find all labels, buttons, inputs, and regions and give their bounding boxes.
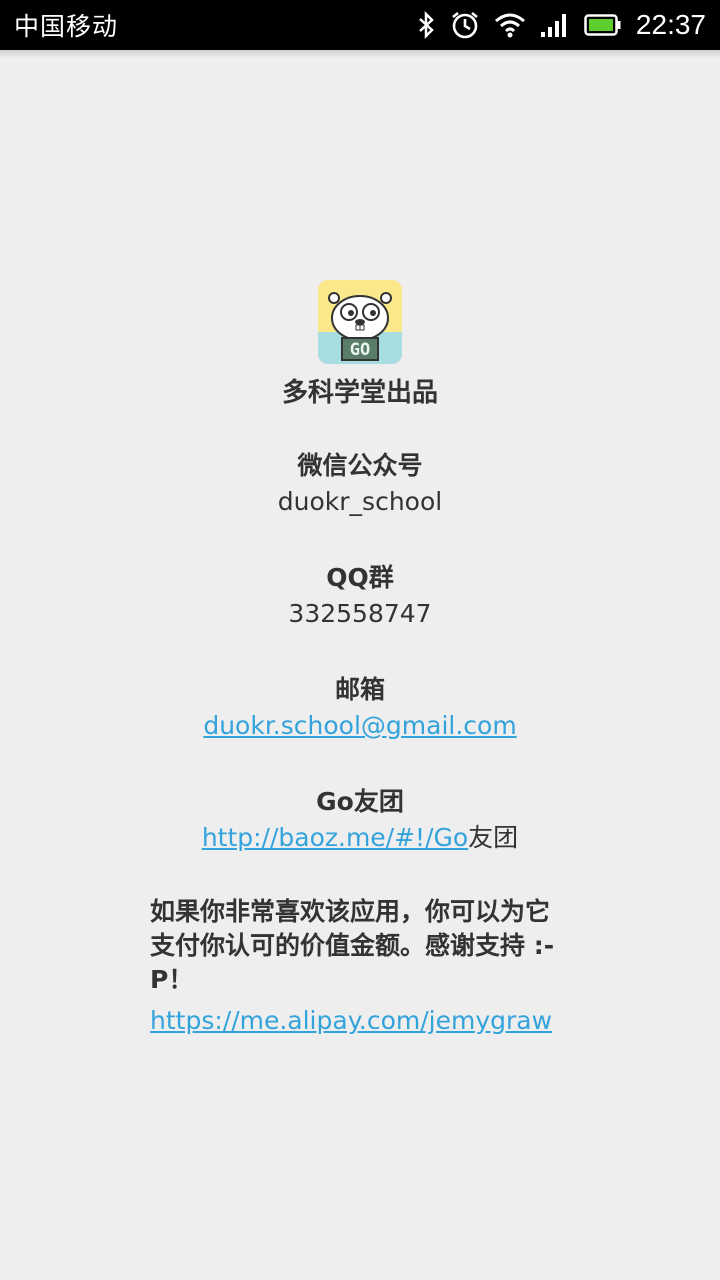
wechat-label: 微信公众号: [297, 451, 423, 480]
brand-text: 多科学堂出品: [281, 378, 438, 408]
email-section: 邮箱 duokr.school@gmail.com: [0, 673, 720, 745]
app-logo-text: GO: [350, 340, 370, 360]
battery-icon: [584, 13, 622, 37]
alarm-icon: [450, 10, 480, 40]
gofriends-label: Go友团: [316, 787, 404, 816]
qq-label: QQ群: [326, 563, 394, 592]
email-link[interactable]: duokr.school@gmail.com: [203, 711, 516, 740]
gofriends-suffix: 友团: [468, 823, 519, 852]
status-icons: 22:37: [416, 9, 706, 41]
donate-text: 如果你非常喜欢该应用，你可以为它支付你认可的价值金额。感谢支持 :-P！: [150, 897, 555, 994]
email-label: 邮箱: [334, 675, 385, 704]
donate-section: 如果你非常喜欢该应用，你可以为它支付你认可的价值金额。感谢支持 :-P！ htt…: [150, 895, 570, 1041]
status-bar: 中国移动 22:37: [0, 0, 720, 50]
signal-icon: [540, 12, 570, 38]
bluetooth-icon: [416, 11, 436, 39]
gofriends-section: Go友团 http://baoz.me/#!/Go友团: [0, 785, 720, 857]
qq-section: QQ群 332558747: [0, 561, 720, 633]
wifi-icon: [494, 12, 526, 38]
status-bar-shadow: [0, 50, 720, 58]
about-content: GO 多科学堂出品 微信公众号 duokr_school QQ群 3325587…: [0, 280, 720, 1041]
gofriends-value: http://baoz.me/#!/Go友团: [0, 819, 720, 857]
wechat-value: duokr_school: [277, 487, 443, 516]
app-logo-icon: GO: [318, 280, 402, 364]
wechat-section: 微信公众号 duokr_school: [0, 449, 720, 521]
gofriends-link[interactable]: http://baoz.me/#!/Go: [202, 823, 468, 852]
donate-link[interactable]: https://me.alipay.com/jemygraw: [150, 1001, 570, 1041]
qq-value: 332558747: [288, 599, 432, 628]
carrier-name: 中国移动: [14, 12, 119, 41]
status-time: 22:37: [635, 9, 706, 40]
